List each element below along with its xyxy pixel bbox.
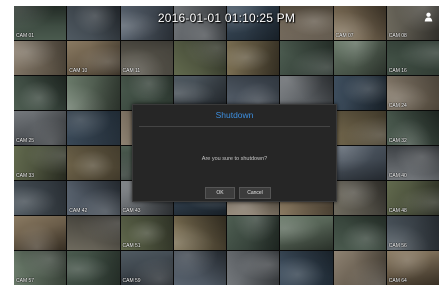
camera-tile[interactable] bbox=[280, 216, 333, 250]
camera-label: CAM 10 bbox=[69, 68, 88, 74]
camera-tile[interactable] bbox=[173, 216, 226, 250]
camera-view bbox=[14, 181, 67, 215]
camera-label: CAM 48 bbox=[388, 208, 407, 214]
shutdown-dialog: Shutdown Are you sure to shutdown? OK Ca… bbox=[132, 104, 337, 202]
camera-label: CAM 24 bbox=[388, 103, 407, 109]
camera-tile[interactable] bbox=[67, 146, 120, 180]
camera-view bbox=[67, 76, 120, 110]
camera-view bbox=[14, 216, 67, 250]
camera-view bbox=[173, 216, 226, 250]
camera-tile[interactable] bbox=[14, 216, 67, 250]
camera-view bbox=[333, 41, 386, 75]
camera-tile[interactable]: CAM 40 bbox=[386, 146, 439, 180]
camera-view bbox=[14, 76, 67, 110]
camera-tile[interactable]: CAM 32 bbox=[386, 111, 439, 145]
camera-tile[interactable]: CAM 11 bbox=[120, 41, 173, 75]
camera-tile[interactable] bbox=[280, 41, 333, 75]
camera-tile[interactable] bbox=[333, 146, 386, 180]
camera-label: CAM 59 bbox=[122, 278, 141, 284]
camera-label: CAM 07 bbox=[335, 33, 354, 39]
camera-tile[interactable] bbox=[67, 216, 120, 250]
ok-button[interactable]: OK bbox=[205, 187, 235, 199]
camera-view bbox=[67, 216, 120, 250]
camera-tile[interactable] bbox=[67, 111, 120, 145]
camera-label: CAM 56 bbox=[388, 243, 407, 249]
camera-label: CAM 11 bbox=[122, 68, 141, 74]
camera-tile[interactable]: CAM 64 bbox=[386, 251, 439, 285]
user-icon[interactable] bbox=[424, 12, 433, 22]
camera-view bbox=[280, 251, 333, 285]
dialog-message: Are you sure to shutdown? bbox=[201, 156, 268, 162]
camera-tile[interactable]: CAM 10 bbox=[67, 41, 120, 75]
camera-tile[interactable]: CAM 57 bbox=[14, 251, 67, 285]
camera-tile[interactable] bbox=[14, 41, 67, 75]
camera-label: CAM 51 bbox=[122, 243, 141, 249]
camera-label: CAM 42 bbox=[69, 208, 88, 214]
camera-tile[interactable] bbox=[333, 41, 386, 75]
camera-view bbox=[173, 251, 226, 285]
camera-view bbox=[333, 76, 386, 110]
camera-label: CAM 57 bbox=[16, 278, 35, 284]
camera-view bbox=[280, 41, 333, 75]
camera-label: CAM 33 bbox=[16, 173, 35, 179]
camera-tile[interactable] bbox=[333, 181, 386, 215]
camera-tile[interactable]: CAM 24 bbox=[386, 76, 439, 110]
camera-label: CAM 16 bbox=[388, 68, 407, 74]
camera-label: CAM 32 bbox=[388, 138, 407, 144]
camera-view bbox=[227, 251, 280, 285]
camera-view bbox=[333, 181, 386, 215]
camera-label: CAM 43 bbox=[122, 208, 141, 214]
camera-label: CAM 64 bbox=[388, 278, 407, 284]
camera-tile[interactable] bbox=[173, 251, 226, 285]
camera-label: CAM 40 bbox=[388, 173, 407, 179]
camera-view bbox=[173, 41, 226, 75]
camera-tile[interactable]: CAM 51 bbox=[120, 216, 173, 250]
camera-label: CAM 25 bbox=[16, 138, 35, 144]
camera-view bbox=[333, 111, 386, 145]
cancel-button[interactable]: Cancel bbox=[239, 187, 271, 199]
camera-tile[interactable] bbox=[14, 181, 67, 215]
camera-view bbox=[280, 216, 333, 250]
dialog-title: Shutdown bbox=[215, 110, 254, 120]
camera-tile[interactable] bbox=[227, 41, 280, 75]
camera-tile[interactable] bbox=[333, 76, 386, 110]
camera-view bbox=[67, 111, 120, 145]
camera-view bbox=[227, 41, 280, 75]
camera-tile[interactable] bbox=[67, 76, 120, 110]
camera-tile[interactable] bbox=[67, 251, 120, 285]
camera-view bbox=[67, 251, 120, 285]
camera-label: CAM 01 bbox=[16, 33, 35, 39]
camera-label: CAM 08 bbox=[388, 33, 407, 39]
camera-tile[interactable] bbox=[14, 76, 67, 110]
camera-view bbox=[14, 41, 67, 75]
camera-tile[interactable] bbox=[173, 41, 226, 75]
camera-tile[interactable] bbox=[227, 216, 280, 250]
datetime-display: 2016-01-01 01:10:25 PM bbox=[157, 11, 296, 25]
camera-tile[interactable]: CAM 48 bbox=[386, 181, 439, 215]
camera-tile[interactable] bbox=[333, 216, 386, 250]
camera-tile[interactable] bbox=[333, 111, 386, 145]
camera-tile[interactable]: CAM 42 bbox=[67, 181, 120, 215]
camera-tile[interactable]: CAM 33 bbox=[14, 146, 67, 180]
camera-tile[interactable]: CAM 56 bbox=[386, 216, 439, 250]
camera-view bbox=[333, 216, 386, 250]
camera-tile[interactable]: CAM 25 bbox=[14, 111, 67, 145]
camera-tile[interactable]: CAM 59 bbox=[120, 251, 173, 285]
camera-tile[interactable] bbox=[333, 251, 386, 285]
camera-tile[interactable] bbox=[227, 251, 280, 285]
camera-tile[interactable]: CAM 16 bbox=[386, 41, 439, 75]
dialog-divider bbox=[139, 126, 330, 127]
camera-view bbox=[227, 216, 280, 250]
camera-view bbox=[333, 146, 386, 180]
camera-tile[interactable] bbox=[280, 251, 333, 285]
nvr-screen: CAM 01 CAM 07 CAM 08 CAM 10 CAM 11 CAM 16 CAM … bbox=[14, 6, 439, 285]
camera-view bbox=[67, 146, 120, 180]
camera-view bbox=[333, 251, 386, 285]
